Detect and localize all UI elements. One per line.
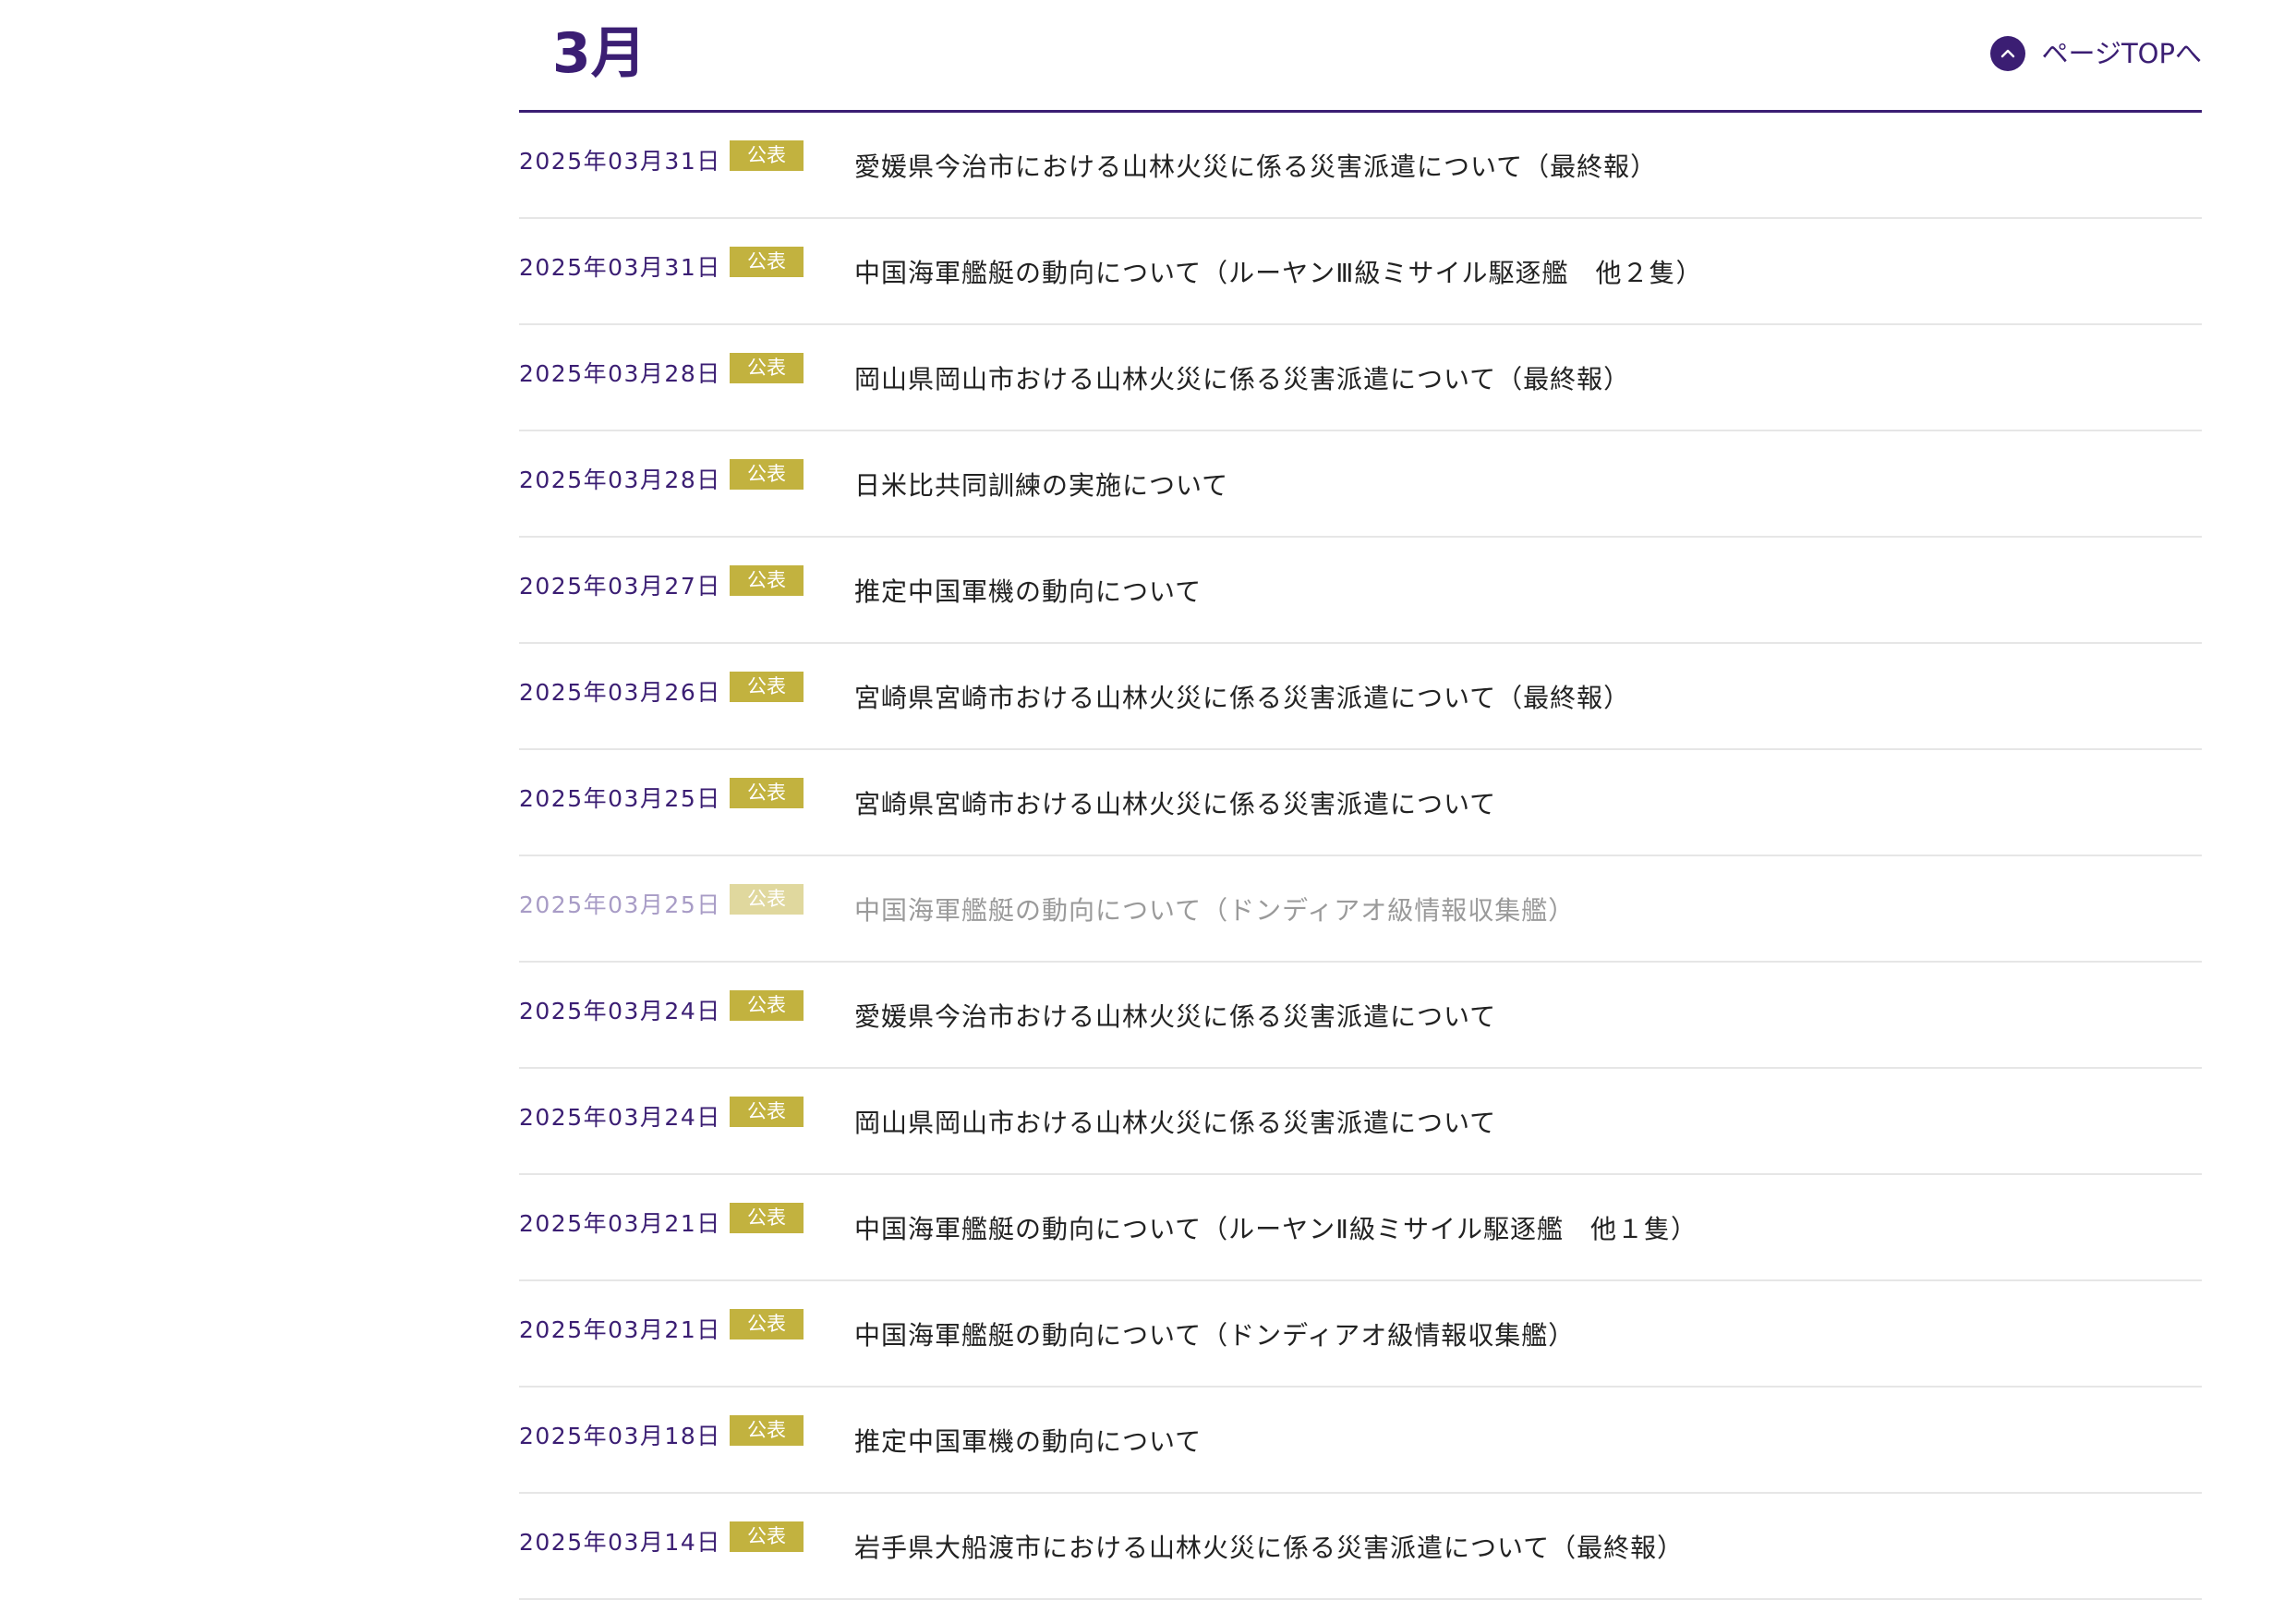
news-title-link[interactable]: 日米比共同訓練の実施について — [854, 466, 1228, 503]
news-item: 2025年03月25日 公表 宮崎県宮崎市おける山林火災に係る災害派遣について — [519, 750, 2202, 856]
news-title-link[interactable]: 岡山県岡山市おける山林火災に係る災害派遣について — [854, 1103, 1496, 1140]
news-item-hovered: 2025年03月25日 公表 中国海軍艦艇の動向について（ドンディアオ級情報収集… — [519, 856, 2202, 963]
category-badge: 公表 — [730, 459, 804, 490]
news-item: 2025年03月31日 公表 愛媛県今治市における山林火災に係る災害派遣について… — [519, 113, 2202, 219]
news-item: 2025年03月21日 公表 中国海軍艦艇の動向について（ルーヤンⅡ級ミサイル駆… — [519, 1175, 2202, 1281]
news-item: 2025年03月26日 公表 宮崎県宮崎市おける山林火災に係る災害派遣について（… — [519, 644, 2202, 750]
news-item: 2025年03月14日 公表 岩手県大船渡市における山林火災に係る災害派遣につい… — [519, 1494, 2202, 1600]
news-date: 2025年03月14日 — [519, 1528, 721, 1556]
news-content: 3月 ページTOPへ 2025年03月31日 公表 愛媛県今治市における山林火災… — [519, 0, 2202, 1600]
news-title-link[interactable]: 宮崎県宮崎市おける山林火災に係る災害派遣について — [854, 784, 1496, 821]
category-badge: 公表 — [730, 247, 804, 277]
category-badge: 公表 — [730, 565, 804, 596]
category-badge: 公表 — [730, 778, 804, 808]
chevron-up-icon — [1989, 36, 2025, 71]
news-date: 2025年03月21日 — [519, 1315, 721, 1343]
category-badge: 公表 — [730, 884, 804, 915]
news-date: 2025年03月28日 — [519, 359, 721, 387]
category-badge: 公表 — [730, 1097, 804, 1127]
news-title-link[interactable]: 岡山県岡山市おける山林火災に係る災害派遣について（最終報） — [854, 359, 1630, 396]
news-date: 2025年03月31日 — [519, 147, 721, 175]
news-title-link[interactable]: 愛媛県今治市における山林火災に係る災害派遣について（最終報） — [854, 147, 1657, 184]
page-top-link[interactable]: ページTOPへ — [1989, 35, 2202, 72]
category-badge: 公表 — [730, 140, 804, 171]
news-date: 2025年03月25日 — [519, 784, 721, 812]
news-list: 2025年03月31日 公表 愛媛県今治市における山林火災に係る災害派遣について… — [519, 113, 2202, 1600]
category-badge: 公表 — [730, 1415, 804, 1446]
month-header: 3月 ページTOPへ — [519, 0, 2202, 113]
page-top-label: ページTOPへ — [2041, 38, 2202, 69]
news-title-link[interactable]: 中国海軍艦艇の動向について（ドンディアオ級情報収集艦） — [854, 891, 1575, 927]
news-date: 2025年03月18日 — [519, 1422, 721, 1449]
news-title-link[interactable]: 中国海軍艦艇の動向について（ルーヤンⅢ級ミサイル駆逐艦 他２隻） — [854, 253, 1702, 290]
news-date: 2025年03月31日 — [519, 253, 721, 281]
news-title-link[interactable]: 宮崎県宮崎市おける山林火災に係る災害派遣について（最終報） — [854, 678, 1630, 715]
news-title-link[interactable]: 中国海軍艦艇の動向について（ルーヤンⅡ級ミサイル駆逐艦 他１隻） — [854, 1209, 1698, 1246]
news-date: 2025年03月25日 — [519, 891, 721, 918]
chevron-up-icon-glyph — [2000, 49, 2014, 58]
news-item: 2025年03月21日 公表 中国海軍艦艇の動向について（ドンディアオ級情報収集… — [519, 1281, 2202, 1388]
news-item: 2025年03月24日 公表 岡山県岡山市おける山林火災に係る災害派遣について — [519, 1069, 2202, 1175]
category-badge: 公表 — [730, 1203, 804, 1233]
category-badge: 公表 — [730, 1309, 804, 1339]
news-item: 2025年03月27日 公表 推定中国軍機の動向について — [519, 538, 2202, 644]
news-item: 2025年03月28日 公表 日米比共同訓練の実施について — [519, 431, 2202, 538]
category-badge: 公表 — [730, 672, 804, 702]
news-date: 2025年03月26日 — [519, 678, 721, 706]
news-date: 2025年03月21日 — [519, 1209, 721, 1237]
news-title-link[interactable]: 推定中国軍機の動向について — [854, 572, 1202, 609]
month-title: 3月 — [552, 21, 647, 86]
news-date: 2025年03月28日 — [519, 466, 721, 493]
news-item: 2025年03月24日 公表 愛媛県今治市おける山林火災に係る災害派遣について — [519, 963, 2202, 1069]
news-title-link[interactable]: 岩手県大船渡市における山林火災に係る災害派遣について（最終報） — [854, 1528, 1684, 1565]
category-badge: 公表 — [730, 1521, 804, 1552]
news-item: 2025年03月18日 公表 推定中国軍機の動向について — [519, 1388, 2202, 1494]
news-item: 2025年03月31日 公表 中国海軍艦艇の動向について（ルーヤンⅢ級ミサイル駆… — [519, 219, 2202, 325]
news-date: 2025年03月24日 — [519, 1103, 721, 1131]
category-badge: 公表 — [730, 990, 804, 1021]
news-title-link[interactable]: 中国海軍艦艇の動向について（ドンディアオ級情報収集艦） — [854, 1315, 1575, 1352]
news-date: 2025年03月27日 — [519, 572, 721, 600]
news-item: 2025年03月28日 公表 岡山県岡山市おける山林火災に係る災害派遣について（… — [519, 325, 2202, 431]
news-title-link[interactable]: 愛媛県今治市おける山林火災に係る災害派遣について — [854, 997, 1496, 1034]
news-title-link[interactable]: 推定中国軍機の動向について — [854, 1422, 1202, 1459]
news-date: 2025年03月24日 — [519, 997, 721, 1024]
category-badge: 公表 — [730, 353, 804, 383]
